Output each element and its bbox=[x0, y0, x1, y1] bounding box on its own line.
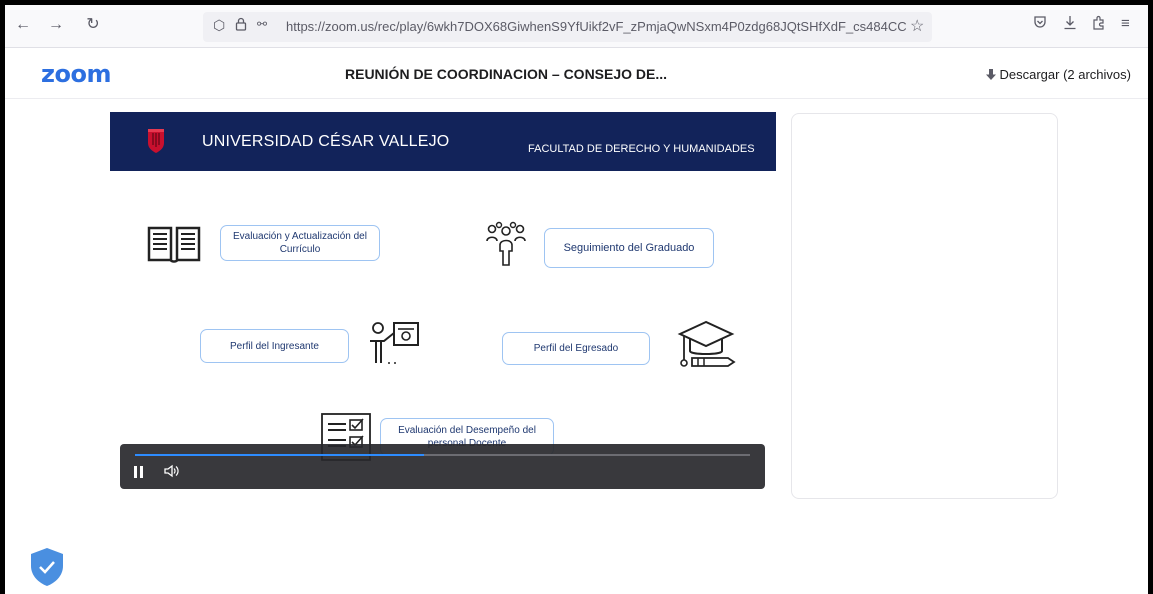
security-shield-icon[interactable] bbox=[28, 547, 66, 587]
back-arrow-icon[interactable]: ← bbox=[13, 15, 33, 35]
download-arrow-icon bbox=[985, 68, 996, 80]
shield-outline-icon[interactable]: ⬡ bbox=[213, 17, 225, 34]
browser-window: ← → ↻ ⬡ ⚯ https://zoom.us/rec/play/6wkh7… bbox=[5, 5, 1148, 594]
download-icon[interactable] bbox=[1063, 15, 1077, 34]
graduate-profile-label: Perfil del Egresado bbox=[533, 343, 619, 354]
volume-icon bbox=[164, 464, 179, 478]
progress-fill bbox=[135, 454, 425, 456]
pause-button[interactable] bbox=[133, 465, 149, 481]
zoom-logo[interactable]: zoom bbox=[41, 60, 111, 88]
shared-screen-slide: UNIVERSIDAD CÉSAR VALLEJO FACULTAD DE DE… bbox=[110, 112, 776, 492]
video-control-bar bbox=[120, 444, 765, 489]
people-network-icon bbox=[486, 221, 526, 266]
slide-banner: UNIVERSIDAD CÉSAR VALLEJO FACULTAD DE DE… bbox=[110, 112, 776, 171]
graduate-followup-label: Seguimiento del Graduado bbox=[563, 241, 695, 254]
zoom-header: zoom REUNIÓN DE COORDINACION – CONSEJO D… bbox=[5, 49, 1148, 99]
download-button[interactable]: Descargar (2 archivos) bbox=[985, 67, 1132, 82]
teacher-presentation-icon bbox=[370, 322, 419, 364]
faculty-name: FACULTAD DE DERECHO Y HUMANIDADES bbox=[528, 143, 755, 155]
entrant-profile-label: Perfil del Ingresante bbox=[230, 340, 319, 352]
recording-title: REUNIÓN DE COORDINACION – CONSEJO DE... bbox=[345, 66, 668, 82]
menu-icon[interactable]: ≡ bbox=[1121, 15, 1130, 32]
university-logo-icon bbox=[148, 129, 164, 153]
download-label: Descargar (2 archivos) bbox=[999, 67, 1132, 82]
url-bar[interactable]: ⬡ ⚯ https://zoom.us/rec/play/6wkh7DOX68G… bbox=[203, 12, 932, 42]
extensions-icon[interactable] bbox=[1092, 15, 1106, 34]
progress-bar[interactable] bbox=[135, 454, 750, 456]
graduation-cap-icon bbox=[677, 320, 736, 367]
curriculum-evaluation-label: Evaluación y Actualización del Currículo bbox=[233, 231, 367, 255]
graduate-profile-box: Perfil del Egresado bbox=[502, 332, 650, 365]
forward-arrow-icon[interactable]: → bbox=[46, 15, 66, 35]
lock-icon[interactable] bbox=[235, 17, 247, 34]
graduate-followup-box: Seguimiento del Graduado bbox=[544, 228, 714, 268]
side-panel bbox=[791, 113, 1058, 499]
open-book-icon bbox=[147, 226, 201, 263]
university-name: UNIVERSIDAD CÉSAR VALLEJO bbox=[202, 133, 450, 150]
pause-icon bbox=[134, 466, 143, 478]
volume-button[interactable] bbox=[164, 464, 180, 481]
entrant-profile-box: Perfil del Ingresante bbox=[200, 329, 349, 363]
pocket-icon[interactable] bbox=[1033, 15, 1047, 33]
curriculum-evaluation-box: Evaluación y Actualización del Currículo bbox=[220, 225, 380, 261]
url-text[interactable]: https://zoom.us/rec/play/6wkh7DOX68Giwhe… bbox=[286, 19, 906, 34]
bookmark-star-icon[interactable]: ☆ bbox=[910, 16, 924, 36]
permissions-icon[interactable]: ⚯ bbox=[257, 17, 267, 31]
reload-icon[interactable]: ↻ bbox=[83, 15, 103, 35]
browser-toolbar: ← → ↻ ⬡ ⚯ https://zoom.us/rec/play/6wkh7… bbox=[5, 5, 1148, 48]
